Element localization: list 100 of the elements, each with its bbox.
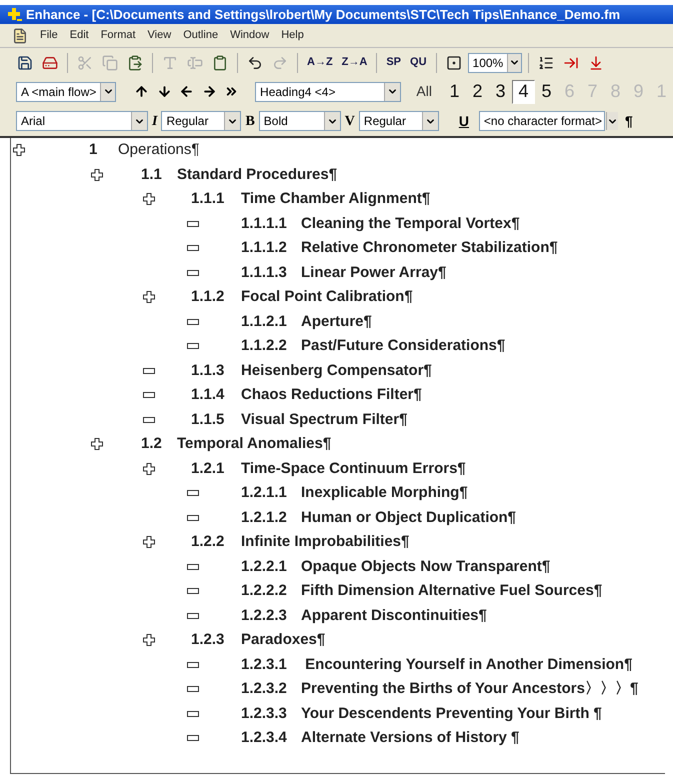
heading-number: 1 (89, 140, 98, 160)
menu-item[interactable]: Format (100, 27, 136, 44)
menu-item[interactable]: Edit (70, 27, 89, 44)
expand-plus-icon[interactable] (143, 462, 155, 475)
paste-icon (127, 54, 143, 70)
down-arrow-icon (156, 84, 172, 99)
menu-item[interactable]: View (148, 27, 172, 44)
window-title: Enhance - [C:\Documents and Settings\lrobert\My Documents\STC\Tech Tips\Enhance_Demo.fm (26, 6, 620, 24)
expand-plus-icon[interactable] (143, 193, 155, 206)
collapse-minus-icon[interactable] (143, 416, 155, 423)
heading-number: 1.1.4 (191, 385, 226, 405)
expand-plus-icon[interactable] (13, 144, 25, 156)
expand-plus-icon[interactable] (143, 634, 155, 646)
heading-title: Time Chamber Alignment¶ (241, 189, 430, 209)
arrow-down-to-line-icon (588, 54, 604, 70)
font-dropdown[interactable]: Arial (16, 111, 148, 131)
list-icon (538, 54, 554, 70)
save-icon (17, 54, 33, 70)
italic-dropdown[interactable]: Regular (161, 111, 242, 131)
text-cursor-icon (187, 54, 203, 70)
collapse-minus-icon[interactable] (187, 245, 199, 252)
heading-number: 1.2.1.1 (241, 483, 288, 503)
heading-number: 1.1.1 (191, 189, 226, 209)
arrow-to-line-icon (562, 54, 579, 70)
underline-button[interactable]: U (452, 110, 475, 132)
heading-number: 1.2.2.3 (241, 606, 288, 626)
heading-title: Past/Future Considerations¶ (301, 336, 506, 356)
collapse-minus-icon[interactable] (187, 514, 199, 521)
collapse-minus-icon[interactable] (187, 564, 199, 570)
menu-item[interactable]: Help (281, 27, 304, 44)
menu-item[interactable]: File (40, 27, 58, 44)
zoom-dropdown[interactable]: 100% (468, 52, 522, 72)
collapse-minus-icon[interactable] (187, 220, 199, 227)
heading-title: Infinite Improbabilities¶ (241, 532, 410, 552)
expand-plus-icon[interactable] (91, 168, 103, 181)
heading-number: 1.2.3 (191, 630, 226, 650)
level-button[interactable]: 2 (466, 80, 489, 104)
heading-number: 1.2.2.1 (241, 556, 288, 576)
heading-title: Encountering Yourself in Another Dimension¶ (304, 654, 632, 674)
menu-item[interactable]: Window (230, 27, 270, 44)
undo-icon (247, 54, 263, 70)
heading-title: Heisenberg Compensator¶ (241, 360, 432, 380)
heading-title: Relative Chronometer Stabilization¶ (301, 238, 558, 258)
flow-dropdown[interactable]: A <main flow> (16, 82, 116, 102)
all-levels-button[interactable]: All (412, 80, 436, 102)
collapse-minus-icon[interactable] (187, 686, 199, 692)
heading-number: 1.1.5 (191, 410, 226, 430)
heading-title: Inexplicable Morphing¶ (301, 483, 468, 503)
collapse-minus-icon[interactable] (143, 368, 155, 374)
collapse-minus-icon[interactable] (143, 392, 155, 398)
collapse-minus-icon[interactable] (187, 588, 199, 594)
heading-title: Cleaning the Temporal Vortex¶ (301, 214, 520, 234)
drive-icon (42, 54, 58, 70)
heading-number: 1.2.3.4 (241, 728, 288, 748)
level-button[interactable]: 1 (442, 80, 466, 104)
collapse-minus-icon[interactable] (187, 612, 199, 619)
heading-number: 1.2.3.1 (241, 654, 288, 674)
heading-title: Paradoxes¶ (241, 630, 326, 650)
collapse-minus-icon[interactable] (187, 710, 199, 717)
toolbar-button[interactable]: SP (383, 52, 404, 74)
heading-number: 1.1.2.1 (241, 312, 288, 332)
collapse-minus-icon[interactable] (187, 343, 199, 350)
heading-number: 1.1 (141, 164, 163, 184)
heading-number: 1.1.2.2 (241, 336, 288, 356)
heading-number: 1.2.1 (191, 458, 226, 478)
level-button[interactable]: 3 (488, 80, 512, 104)
menu-item[interactable]: Outline (183, 27, 218, 44)
level-button[interactable]: 4 (512, 80, 535, 104)
variation-dropdown[interactable]: Regular (358, 111, 439, 131)
heading-title: Apparent Discontinuities¶ (301, 606, 487, 626)
heading-number: 1.2.3.2 (241, 679, 288, 699)
pilcrow-button[interactable]: ¶ (616, 110, 641, 132)
toolbar-button[interactable]: Z→A (338, 52, 370, 74)
right-arrow-icon (202, 84, 216, 99)
collapse-minus-icon[interactable] (187, 490, 199, 496)
heading-number: 1.2 (141, 434, 163, 454)
heading-number: 1.1.1.1 (241, 214, 288, 234)
expand-plus-icon[interactable] (143, 291, 155, 304)
level-button[interactable]: 5 (534, 80, 558, 104)
heading-title: Standard Procedures¶ (177, 164, 338, 184)
app-icon (8, 8, 22, 22)
heading-title: Linear Power Array¶ (301, 262, 446, 282)
heading-number: 1.2.3.3 (241, 704, 288, 724)
toolbar-button[interactable]: QU (407, 52, 430, 74)
paragraph-tag-dropdown[interactable]: Heading4 <4> (255, 82, 402, 102)
copy-icon (102, 54, 118, 70)
bold-dropdown[interactable]: Bold (258, 111, 341, 131)
expand-plus-icon[interactable] (143, 536, 155, 548)
italic-glyph: I (152, 112, 158, 130)
collapse-minus-icon[interactable] (187, 662, 199, 668)
redo-icon (272, 54, 288, 70)
heading-title: Visual Spectrum Filter¶ (241, 410, 408, 430)
collapse-minus-icon[interactable] (187, 735, 199, 742)
text-icon (162, 54, 178, 70)
expand-plus-icon[interactable] (91, 438, 103, 450)
heading-title: Temporal Anomalies¶ (177, 434, 332, 454)
heading-number: 1.2.1.2 (241, 508, 288, 528)
toolbar-button[interactable]: A→Z (304, 52, 336, 74)
collapse-minus-icon[interactable] (187, 318, 199, 325)
collapse-minus-icon[interactable] (187, 270, 199, 276)
